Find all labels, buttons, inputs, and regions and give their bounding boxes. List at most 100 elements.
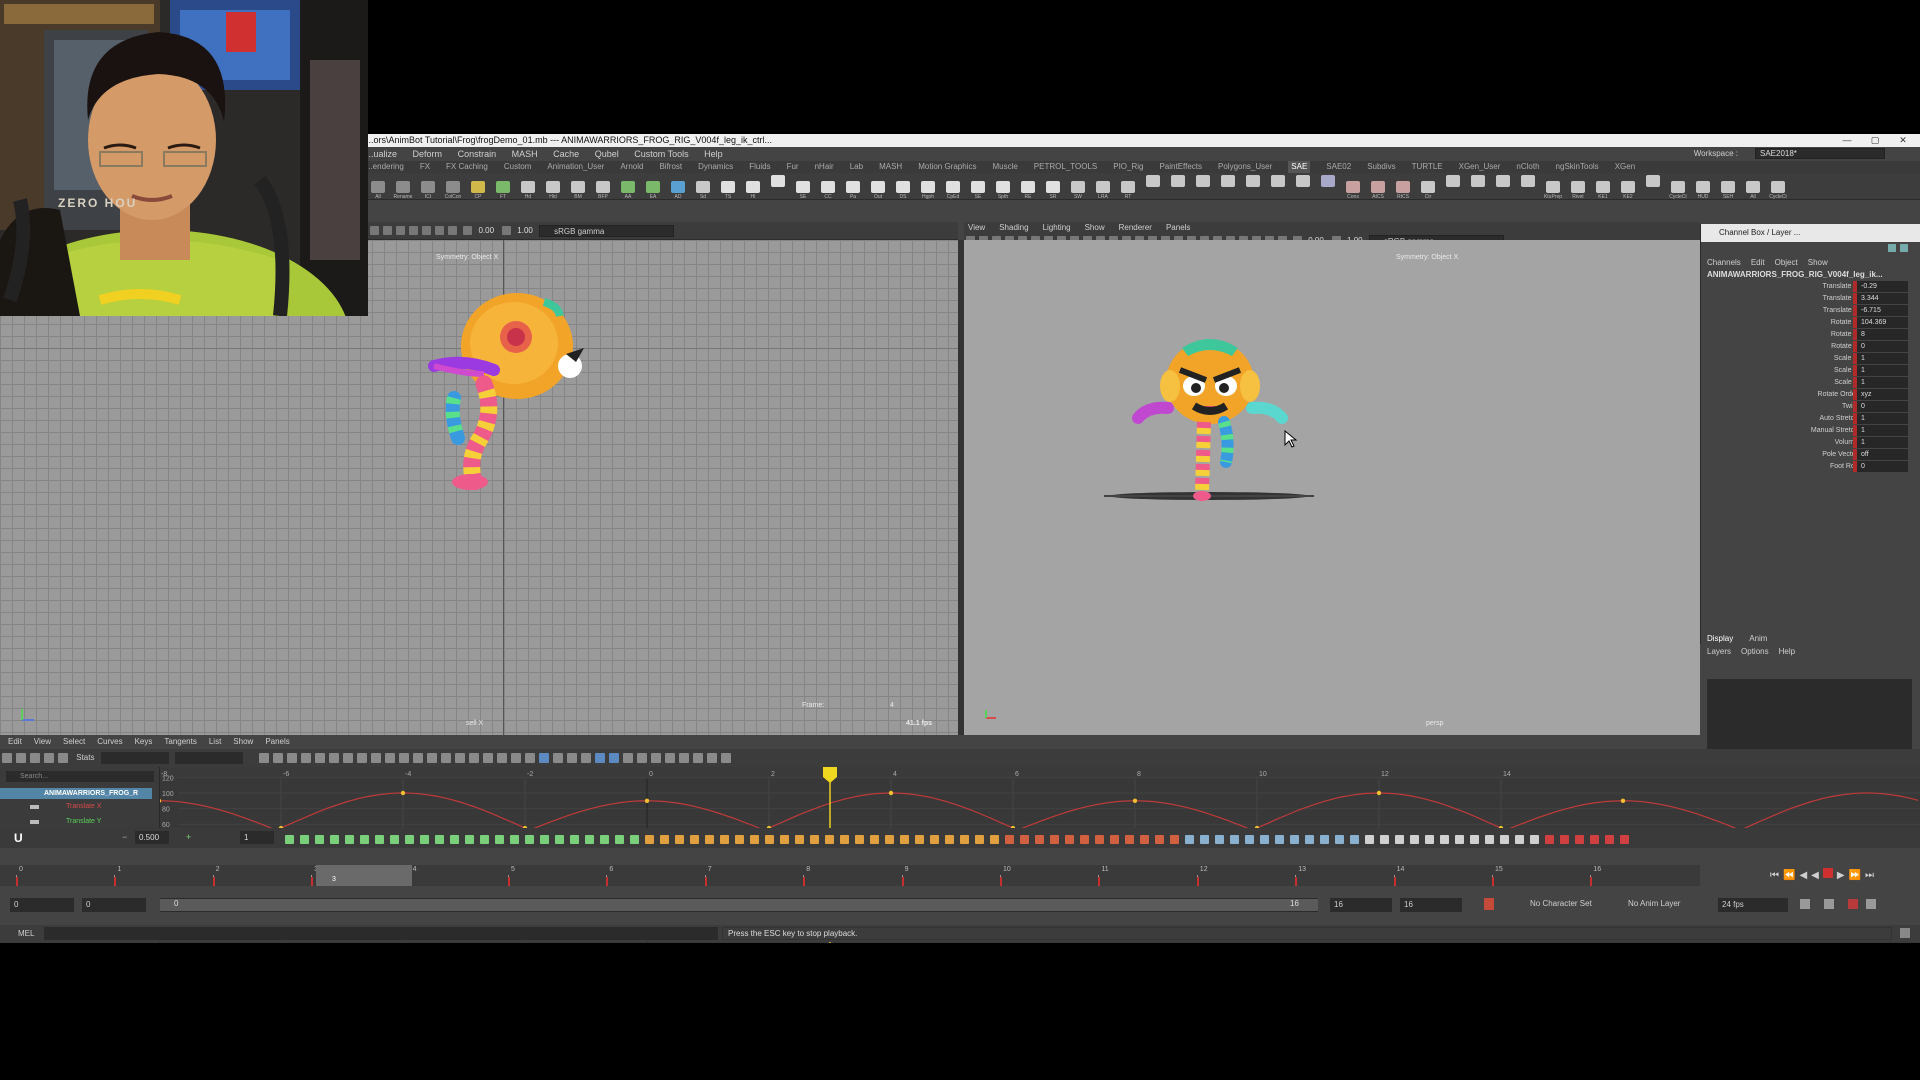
shelf-tool-button[interactable]: Hd (517, 180, 539, 199)
animbot-tool-icon[interactable] (1380, 835, 1389, 845)
vp-menu-show[interactable]: Show (1085, 223, 1105, 232)
graph-tool-icon[interactable] (287, 752, 298, 763)
go-to-start-icon[interactable]: ⏮ (1770, 870, 1779, 881)
graph-tool-icon[interactable] (553, 752, 564, 763)
channel-label[interactable]: Manual Stretch (1728, 425, 1858, 437)
shelf-tool-button[interactable]: KtuPrep (1542, 180, 1564, 199)
shelf-tab[interactable]: Arnold (620, 161, 643, 173)
shelf-tool-button[interactable]: SW (1067, 180, 1089, 199)
insert-key-icon[interactable] (16, 752, 26, 763)
graph-tool-icon[interactable] (567, 752, 578, 763)
graph-tool-icon[interactable] (399, 752, 410, 763)
camera-icon[interactable] (370, 226, 380, 236)
animbot-tool-icon[interactable] (525, 835, 534, 845)
animbot-tool-icon[interactable] (870, 835, 879, 845)
channel-row[interactable]: Pole Vector off (1701, 449, 1920, 461)
animbot-tool-icon[interactable] (1200, 835, 1209, 845)
shelf-tab[interactable]: SAE02 (1326, 161, 1351, 173)
channel-label[interactable]: Twist (1728, 401, 1858, 413)
ge-menu-keys[interactable]: Keys (135, 737, 153, 746)
shelf-tool-button[interactable] (767, 174, 789, 198)
shelf-tab[interactable]: PETROL_TOOLS (1034, 161, 1097, 173)
ch-menu-edit[interactable]: Edit (1751, 258, 1765, 267)
channel-value-field[interactable]: xyz (1853, 389, 1908, 400)
layer-menu-help[interactable]: Help (1779, 647, 1795, 656)
channel-value-field[interactable]: 8 (1853, 329, 1908, 340)
shelf-tool-button[interactable] (1167, 174, 1189, 198)
stop-icon[interactable] (1822, 868, 1833, 878)
graph-tool-icon[interactable] (721, 752, 732, 763)
animbot-tool-icon[interactable] (1260, 835, 1269, 845)
shelf-tool-button[interactable] (1492, 174, 1514, 198)
animbot-tool-icon[interactable] (345, 835, 354, 845)
graph-tool-icon[interactable] (469, 752, 480, 763)
shelf-tool-button[interactable]: RT (1117, 180, 1139, 199)
graph-tool-icon[interactable] (413, 752, 424, 763)
stats-time-field[interactable] (100, 751, 169, 764)
animbot-tool-icon[interactable] (330, 835, 339, 845)
shelf-tool-button[interactable]: AA (617, 180, 639, 199)
preferences-icon[interactable] (1866, 899, 1876, 909)
animbot-tool-icon[interactable] (1080, 835, 1089, 845)
shelf-tool-button[interactable]: CpEd (942, 180, 964, 199)
shelf-tool-button[interactable]: CycleCt (1767, 180, 1789, 199)
channel-value-field[interactable]: 1 (1853, 437, 1908, 448)
step-back-icon[interactable]: ◀ (1799, 870, 1807, 881)
shelf-tab[interactable]: FX (420, 161, 430, 173)
ge-menu-select[interactable]: Select (63, 737, 85, 746)
animbot-tool-icon[interactable] (825, 835, 834, 845)
animbot-tool-icon[interactable] (1215, 835, 1224, 845)
animbot-tool-icon[interactable] (1575, 835, 1584, 845)
color-space-dropdown[interactable]: sRGB gamma (539, 224, 675, 237)
channel-row[interactable]: Rotate Order xyz (1701, 389, 1920, 401)
animbot-tool-icon[interactable] (1590, 835, 1599, 845)
animbot-tool-icon[interactable] (1050, 835, 1059, 845)
graph-tool-icon[interactable] (651, 752, 662, 763)
graph-tool-icon[interactable] (329, 752, 340, 763)
shelf-tool-button[interactable]: Out (867, 180, 889, 199)
animbot-tool-icon[interactable] (495, 835, 504, 845)
channel-value-field[interactable]: 104.369 (1853, 317, 1908, 328)
animbot-tool-icon[interactable] (1305, 835, 1314, 845)
animbot-tool-icon[interactable] (585, 835, 594, 845)
graph-tool-icon[interactable] (315, 752, 326, 763)
go-to-end-icon[interactable]: ⏭ (1865, 870, 1874, 881)
animbot-tool-icon[interactable] (795, 835, 804, 845)
animbot-tool-icon[interactable] (960, 835, 969, 845)
shelf-tab[interactable]: ...endering (366, 161, 404, 173)
animbot-logo-icon[interactable]: U (14, 831, 23, 845)
gamma-value[interactable]: 1.00 (517, 222, 533, 239)
animbot-tool-icon[interactable] (705, 835, 714, 845)
shelf-tool-button[interactable]: LRA (1092, 180, 1114, 199)
graph-tool-icon[interactable] (497, 752, 508, 763)
animbot-tool-icon[interactable] (1440, 835, 1449, 845)
shelf-tab[interactable]: Fluids (749, 161, 770, 173)
graph-tool-icon[interactable] (273, 752, 284, 763)
step-forward-key-icon[interactable]: ⏩ (1849, 870, 1861, 881)
animbot-tool-icon[interactable] (900, 835, 909, 845)
graph-tool-icon[interactable] (679, 752, 690, 763)
shelf-tool-button[interactable]: Spth (992, 180, 1014, 199)
shelf-tool-button[interactable]: KE1 (1592, 180, 1614, 199)
channel-label[interactable]: Auto Stretch (1728, 413, 1858, 425)
shelf-tool-button[interactable]: CycleCt (1667, 180, 1689, 199)
vp-menu-panels[interactable]: Panels (1166, 223, 1190, 232)
lattice-icon[interactable] (30, 752, 40, 763)
shelf-tool-button[interactable]: RE (1017, 180, 1039, 199)
graph-tool-icon[interactable] (609, 752, 620, 763)
animbot-tool-icon[interactable] (840, 835, 849, 845)
animbot-tool-icon[interactable] (720, 835, 729, 845)
vp-menu-renderer[interactable]: Renderer (1119, 223, 1152, 232)
animbot-tool-icon[interactable] (1065, 835, 1074, 845)
loop-icon[interactable] (1800, 899, 1810, 909)
animbot-tool-icon[interactable] (315, 835, 324, 845)
animbot-tool-icon[interactable] (885, 835, 894, 845)
channel-value-field[interactable]: 0 (1853, 341, 1908, 352)
snap-icon[interactable] (383, 226, 393, 236)
animbot-tool-icon[interactable] (1125, 835, 1134, 845)
shelf-tool-button[interactable] (1267, 174, 1289, 198)
channel-label[interactable]: Pole Vector (1728, 449, 1858, 461)
shelf-tool-button[interactable]: Hgph (917, 180, 939, 199)
shelf-tab[interactable]: XGen_User (1459, 161, 1501, 173)
shelf-tab[interactable]: MASH (879, 161, 902, 173)
